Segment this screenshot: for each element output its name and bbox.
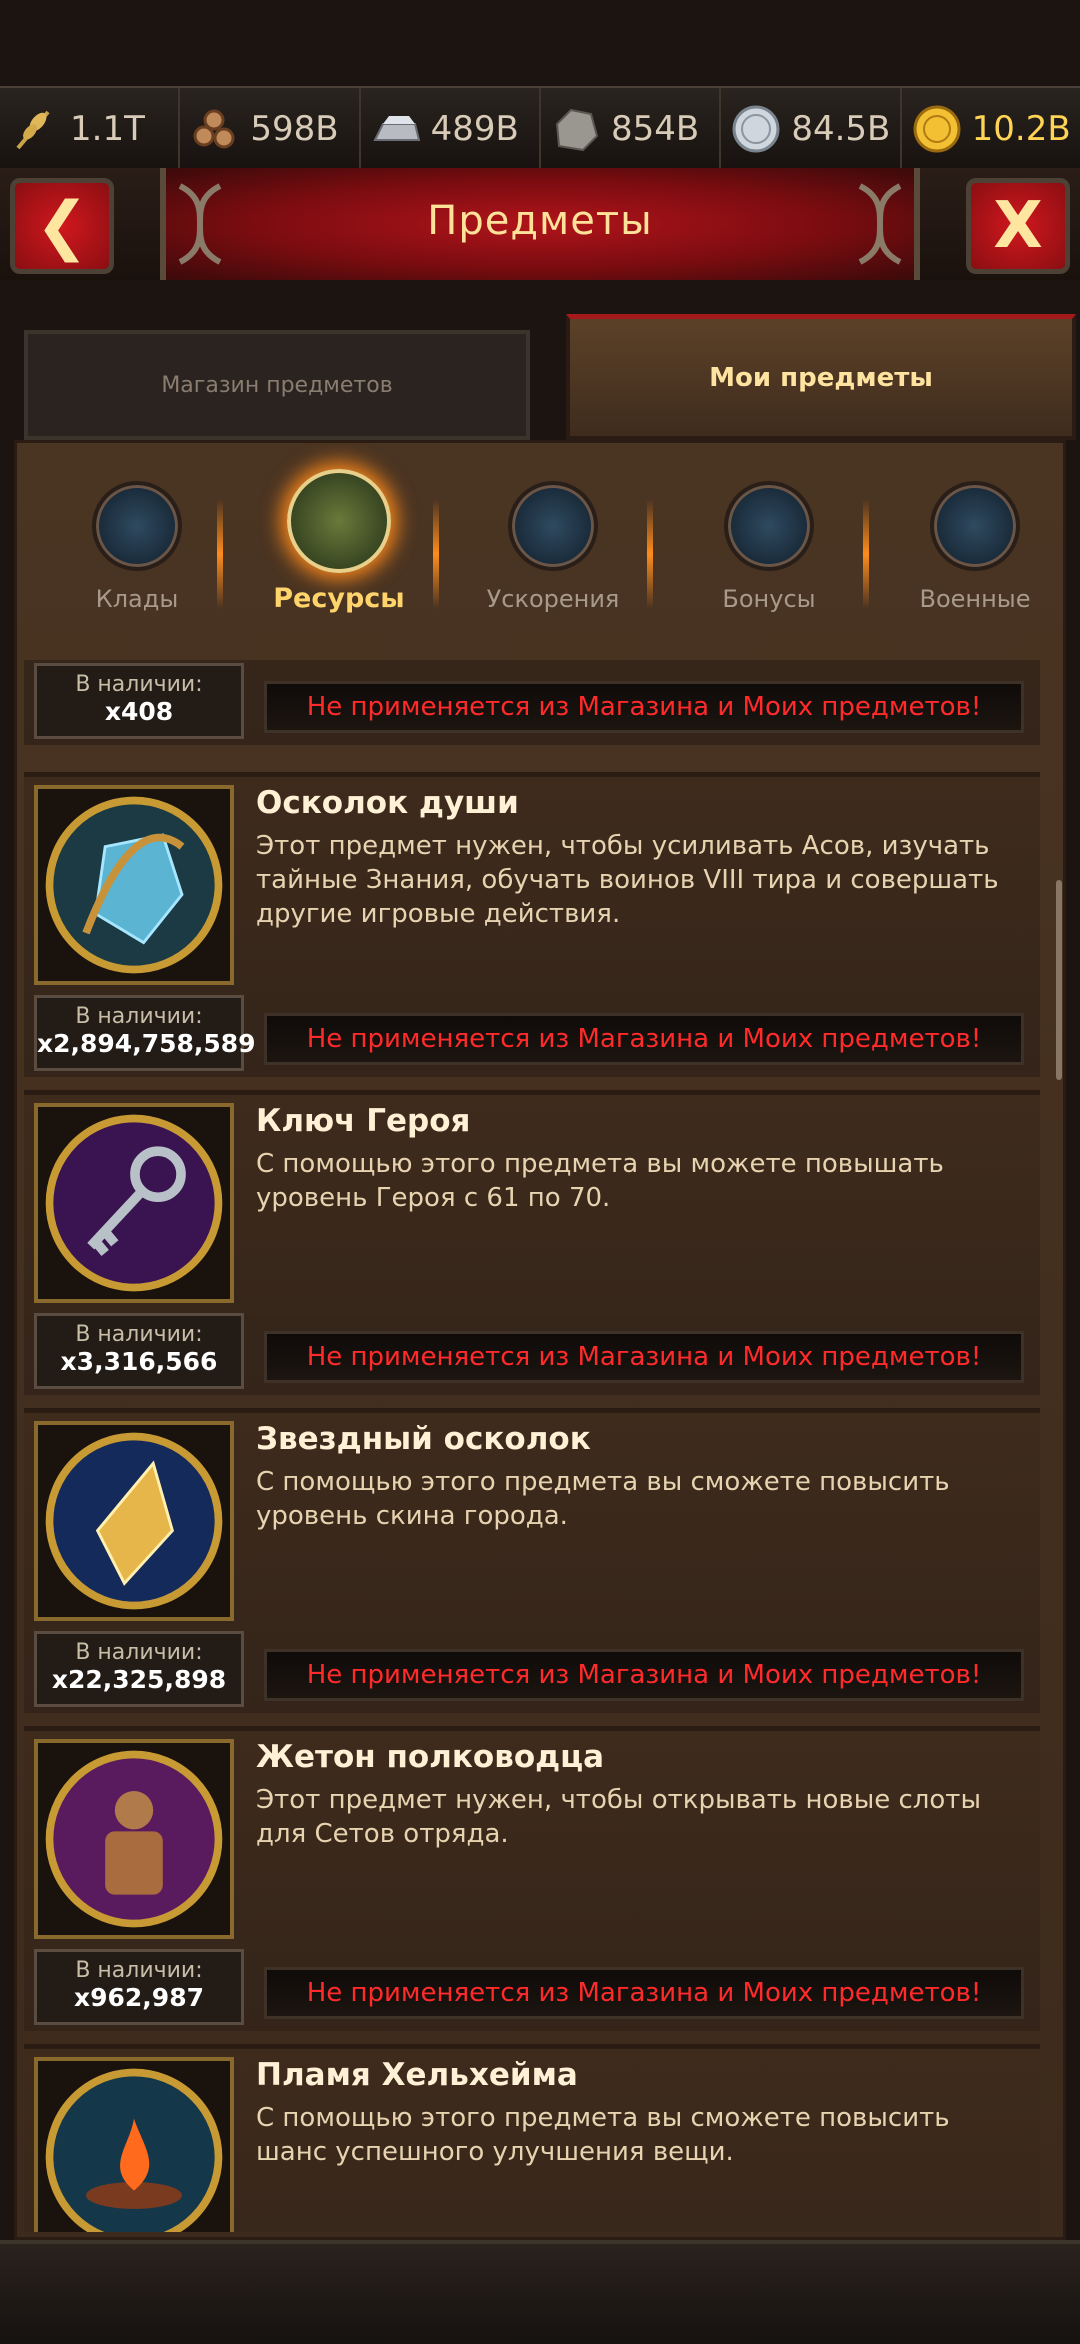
resource-wheat[interactable]: 1.1T xyxy=(0,88,181,170)
notice-text: Не применяется из Магазина и Моих предме… xyxy=(306,1342,982,1372)
notice-text: Не применяется из Магазина и Моих предме… xyxy=(306,1024,982,1054)
resource-iron-value: 489B xyxy=(430,109,519,149)
list-item: В наличии: x408 Не применяется из Магази… xyxy=(24,660,1040,745)
stone-icon xyxy=(555,108,599,152)
bottom-frame xyxy=(0,2240,1080,2344)
category-bonuses-label: Бонусы xyxy=(722,585,816,613)
helheim-flame-icon xyxy=(34,2057,234,2232)
not-applicable-notice: Не применяется из Магазина и Моих предме… xyxy=(264,681,1024,733)
resource-bar: 1.1T 598B 489B 854B 84.5B 10.2B xyxy=(0,86,1080,172)
header: Предметы ❮ X xyxy=(0,168,1080,280)
commander-token-icon xyxy=(34,1739,234,1939)
category-resources[interactable]: Ресурсы xyxy=(249,463,429,614)
list-item[interactable]: Пламя Хельхейма С помощью этого предмета… xyxy=(24,2044,1040,2232)
gold-coin-icon xyxy=(913,105,961,153)
treasure-chest-icon xyxy=(92,481,182,571)
stock-label: В наличии: xyxy=(75,1958,203,1983)
list-item[interactable]: Жетон полководца Этот предмет нужен, что… xyxy=(24,1726,1040,2031)
stock-label: В наличии: xyxy=(75,1640,203,1665)
item-description: С помощью этого предмета вы сможете повы… xyxy=(256,2103,950,2167)
category-divider xyxy=(217,499,223,609)
category-resources-label: Ресурсы xyxy=(273,583,405,614)
pouch-icon xyxy=(724,481,814,571)
resource-silver[interactable]: 84.5B xyxy=(721,88,902,170)
tab-bar: Магазин предметов Мои предметы xyxy=(0,300,1080,440)
stock-count: x962,987 xyxy=(74,1983,204,2012)
stock-count: x22,325,898 xyxy=(51,1665,227,1694)
category-bar: Клады Ресурсы Ускорения Бонусы Военные xyxy=(17,463,1069,643)
category-speedups-label: Ускорения xyxy=(486,585,620,613)
item-name: Ключ Героя xyxy=(256,1103,471,1139)
resource-gold[interactable]: 10.2B xyxy=(902,88,1080,170)
category-military[interactable]: Военные xyxy=(885,463,1065,613)
resource-iron[interactable]: 489B xyxy=(361,88,541,170)
category-treasures[interactable]: Клады xyxy=(47,463,227,613)
silver-coin-icon xyxy=(732,105,780,153)
item-name: Пламя Хельхейма xyxy=(256,2057,578,2093)
stock-box: В наличии: x2,894,758,589 xyxy=(34,995,256,1071)
stock-box: В наличии: x22,325,898 xyxy=(34,1631,244,1707)
stock-box: В наличии: x408 xyxy=(34,663,244,739)
category-bonuses[interactable]: Бонусы xyxy=(679,463,859,613)
not-applicable-notice: Не применяется из Магазина и Моих предме… xyxy=(264,1331,1024,1383)
not-applicable-notice: Не применяется из Магазина и Моих предме… xyxy=(264,1013,1024,1065)
wheat-icon xyxy=(16,110,50,150)
stock-box: В наличии: x962,987 xyxy=(34,1949,244,2025)
notice-text: Не применяется из Магазина и Моих предме… xyxy=(306,1978,982,2008)
chevron-left-icon: ❮ xyxy=(35,189,89,263)
category-divider xyxy=(863,499,869,609)
stock-label: В наличии: xyxy=(75,1322,203,1347)
tab-my-items-label: Мои предметы xyxy=(709,362,933,393)
back-button[interactable]: ❮ xyxy=(10,178,114,274)
close-button[interactable]: X xyxy=(966,178,1070,274)
item-name: Жетон полководца xyxy=(256,1739,605,1775)
item-name: Звездный осколок xyxy=(256,1421,591,1457)
category-divider xyxy=(647,499,653,609)
stock-box: В наличии: x3,316,566 xyxy=(34,1313,244,1389)
list-scrollbar[interactable] xyxy=(1056,880,1062,1080)
stock-count: x3,316,566 xyxy=(60,1347,218,1376)
item-description: С помощью этого предмета вы можете повыш… xyxy=(256,1149,944,1213)
items-list[interactable]: В наличии: x408 Не применяется из Магази… xyxy=(14,660,1054,2232)
category-speedups[interactable]: Ускорения xyxy=(463,463,643,613)
item-description: Этот предмет нужен, чтобы усиливать Асов… xyxy=(256,831,999,929)
list-item[interactable]: Звездный осколок С помощью этого предмет… xyxy=(24,1408,1040,1713)
item-description: С помощью этого предмета вы сможете повы… xyxy=(256,1467,950,1531)
hourglass-icon xyxy=(508,481,598,571)
item-description: Этот предмет нужен, чтобы открывать новы… xyxy=(256,1785,981,1849)
resource-wood[interactable]: 598B xyxy=(180,88,361,170)
category-divider xyxy=(433,499,439,609)
close-icon: X xyxy=(993,189,1043,263)
list-item[interactable]: Ключ Героя С помощью этого предмета вы м… xyxy=(24,1090,1040,1395)
resource-wheat-value: 1.1T xyxy=(70,109,145,149)
stock-label: В наличии: xyxy=(75,672,203,697)
notice-text: Не применяется из Магазина и Моих предме… xyxy=(306,1660,982,1690)
soul-shard-icon xyxy=(34,785,234,985)
stock-count: x2,894,758,589 xyxy=(37,1029,256,1058)
not-applicable-notice: Не применяется из Магазина и Моих предме… xyxy=(264,1967,1024,2019)
resource-stone-value: 854B xyxy=(610,109,700,149)
resources-bundle-icon xyxy=(287,469,391,573)
category-treasures-label: Клады xyxy=(95,585,179,613)
page-title: Предметы xyxy=(427,198,653,244)
stock-label: В наличии: xyxy=(75,1004,203,1029)
tab-item-shop-label: Магазин предметов xyxy=(161,372,393,398)
not-applicable-notice: Не применяется из Магазина и Моих предме… xyxy=(264,1649,1024,1701)
hero-key-icon xyxy=(34,1103,234,1303)
resource-silver-value: 84.5B xyxy=(791,109,891,149)
tab-item-shop[interactable]: Магазин предметов xyxy=(24,330,530,440)
star-shard-icon xyxy=(34,1421,234,1621)
list-item[interactable]: Осколок души Этот предмет нужен, чтобы у… xyxy=(24,772,1040,1077)
resource-stone[interactable]: 854B xyxy=(541,88,722,170)
stock-count: x408 xyxy=(104,697,174,726)
tab-my-items[interactable]: Мои предметы xyxy=(566,314,1076,440)
notice-text: Не применяется из Магазина и Моих предме… xyxy=(306,692,982,722)
resource-wood-value: 598B xyxy=(250,109,339,149)
item-name: Осколок души xyxy=(256,785,519,821)
iron-ingot-icon xyxy=(373,116,420,141)
swords-icon xyxy=(930,481,1020,571)
resource-gold-value: 10.2B xyxy=(971,109,1071,149)
wood-logs-icon xyxy=(193,109,235,149)
category-military-label: Военные xyxy=(919,585,1031,613)
